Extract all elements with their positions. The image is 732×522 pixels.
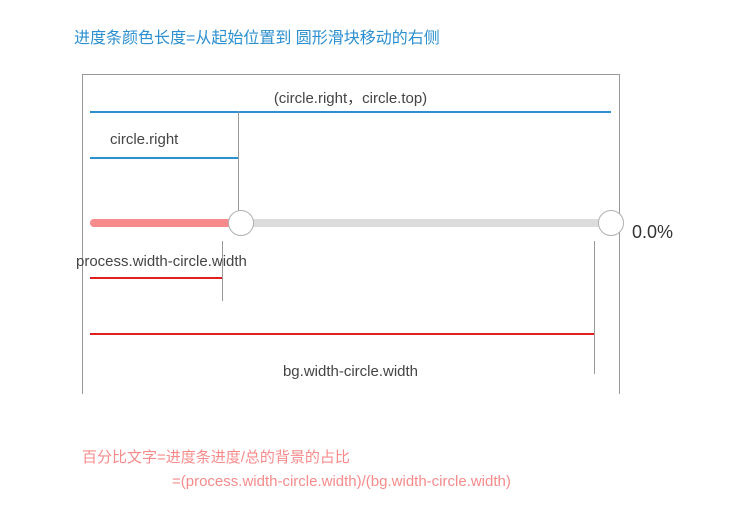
title-top: 进度条颜色长度=从起始位置到 圆形滑块移动的右侧 xyxy=(74,24,694,48)
slider[interactable] xyxy=(82,207,619,239)
brace-red-partial xyxy=(90,277,222,279)
slider-fill xyxy=(90,219,242,227)
guide-vline-red-long xyxy=(594,241,595,374)
label-circle-right: circle.right xyxy=(110,131,178,148)
label-bg-width: bg.width-circle.width xyxy=(82,363,619,380)
brace-red-full xyxy=(90,333,595,335)
diagram-frame: (circle.right，circle.top) circle.right p… xyxy=(82,74,620,394)
formula-block: 百分比文字=进度条进度/总的背景的占比 =(process.width-circ… xyxy=(82,446,694,494)
formula-line-2: =(process.width-circle.width)/(bg.width-… xyxy=(82,470,694,494)
guide-vline-red-short xyxy=(222,241,223,301)
formula-line-1: 百分比文字=进度条进度/总的背景的占比 xyxy=(82,446,694,470)
percent-label: 0.0% xyxy=(632,222,673,243)
guide-vline-blue xyxy=(238,111,239,211)
label-circle-right-top: (circle.right，circle.top) xyxy=(82,87,619,108)
slider-thumb-left[interactable] xyxy=(228,210,254,236)
slider-thumb-right[interactable] xyxy=(598,210,624,236)
brace-blue-partial xyxy=(90,157,238,159)
brace-blue-full xyxy=(90,111,611,113)
